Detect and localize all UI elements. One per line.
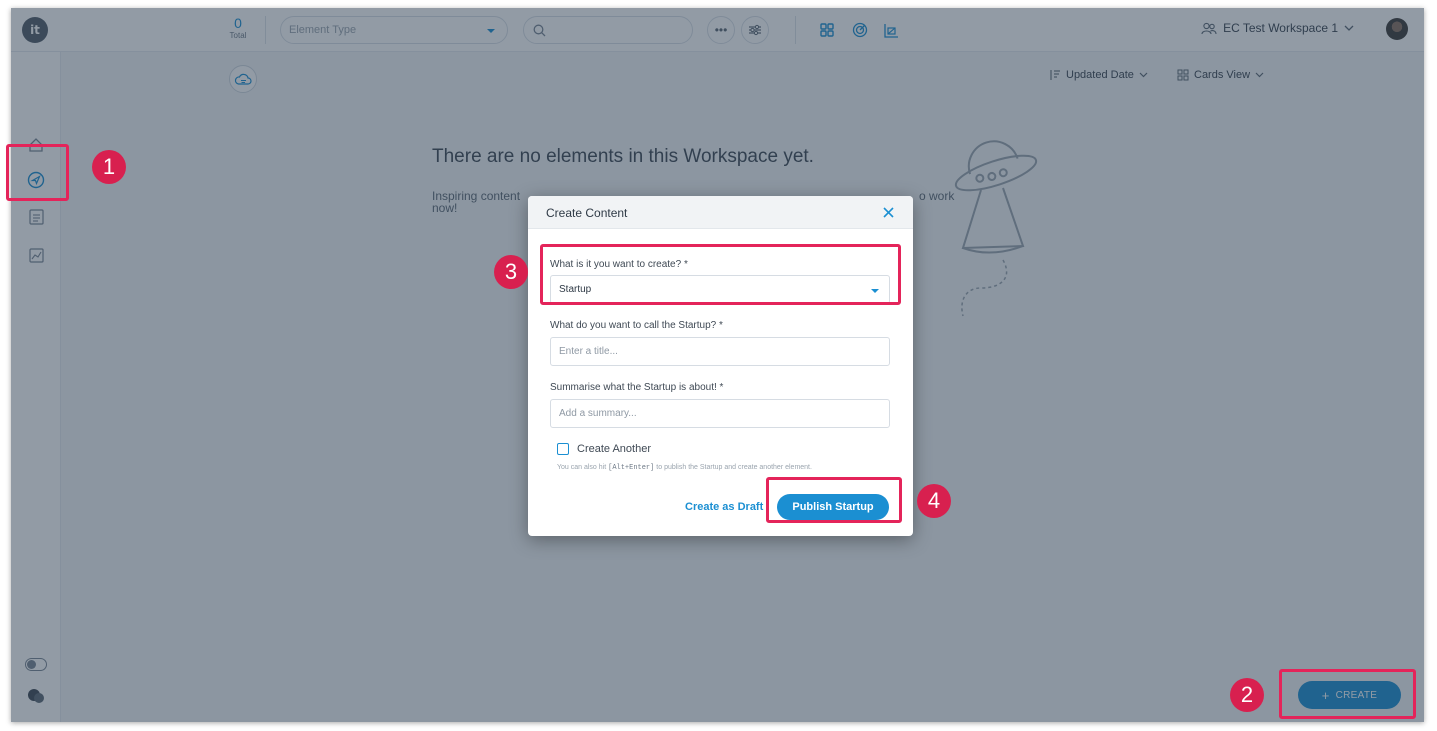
create-another-checkbox[interactable] <box>557 443 569 455</box>
hint-prefix: You can also hit <box>557 464 609 471</box>
summary-field[interactable] <box>550 399 890 428</box>
app-window: it 0 Total Element Type ••• <box>11 8 1424 722</box>
title-field[interactable] <box>550 337 890 366</box>
step-marker-2: 2 <box>1230 678 1264 712</box>
step-marker-1: 1 <box>92 150 126 184</box>
close-button[interactable] <box>879 203 897 221</box>
title-input[interactable] <box>551 338 889 365</box>
summary-label: Summarise what the Startup is about! * <box>550 382 724 393</box>
dialog-title: Create Content <box>546 206 628 220</box>
name-label: What do you want to call the Startup? * <box>550 320 723 331</box>
highlight-box-1 <box>6 144 69 201</box>
dialog-header: Create Content <box>528 196 913 229</box>
highlight-box-2 <box>1279 669 1416 719</box>
close-icon <box>882 206 894 218</box>
highlight-box-4 <box>766 477 902 523</box>
step-marker-4: 4 <box>917 484 951 518</box>
highlight-box-3 <box>540 244 901 305</box>
hint-shortcut: [Alt+Enter] <box>608 464 655 472</box>
step-marker-3: 3 <box>494 255 528 289</box>
hint-suffix: to publish the Startup and create anothe… <box>654 464 812 471</box>
keyboard-hint: You can also hit [Alt+Enter] to publish … <box>557 463 887 473</box>
create-as-draft-button[interactable]: Create as Draft <box>685 501 763 513</box>
create-another-label[interactable]: Create Another <box>577 443 651 455</box>
summary-input[interactable] <box>551 400 889 427</box>
